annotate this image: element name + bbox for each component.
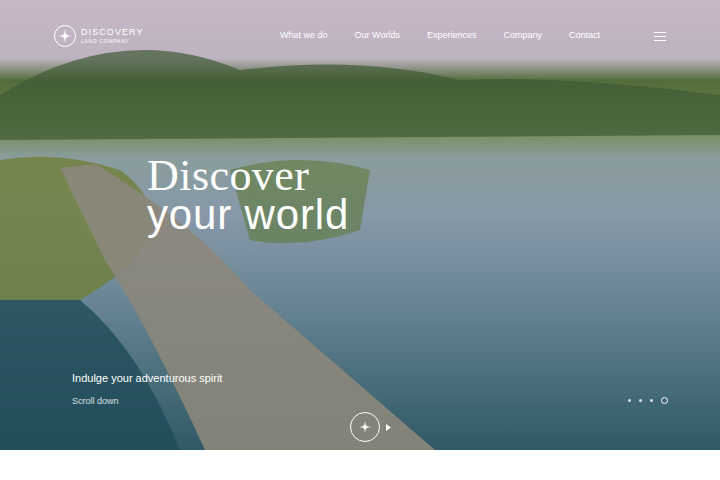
- nav-link[interactable]: What we do: [280, 29, 328, 43]
- nav-link[interactable]: Company: [503, 29, 542, 43]
- explore-button[interactable]: [350, 412, 380, 442]
- nav-link[interactable]: Our Worlds: [355, 29, 400, 43]
- compass-star-icon: [358, 420, 372, 434]
- site-header: DISCOVERY LAND COMPANY What we do Our World…: [0, 0, 720, 47]
- hero: DISCOVERY LAND COMPANY What we do Our World…: [0, 0, 720, 450]
- headline: Discoveryour world: [0, 47, 720, 236]
- logo-subtitle: LAND COMPANY: [81, 39, 144, 44]
- slide-dots: [448, 397, 668, 442]
- page: DISCOVERY LAND COMPANY What we do Our World…: [0, 0, 720, 480]
- headline-line2: your world: [147, 194, 720, 236]
- slide-dot[interactable]: [661, 397, 668, 404]
- logo[interactable]: DISCOVERY LAND COMPANY: [54, 25, 144, 47]
- hero-footer: Indulge your adventurous spirit Scroll do…: [0, 370, 720, 450]
- logo-name: DISCOVERY: [81, 28, 144, 37]
- slide-dot[interactable]: [650, 399, 653, 402]
- headline-line1: Discover: [147, 154, 720, 198]
- tagline: Indulge your adventurous spirit: [72, 370, 292, 387]
- nav-link[interactable]: Contact: [569, 29, 600, 43]
- arrow-right-icon: [386, 424, 391, 431]
- logo-circle: [54, 25, 76, 47]
- compass-star-icon: [57, 28, 73, 44]
- menu-icon[interactable]: [654, 32, 666, 41]
- slide-dot[interactable]: [628, 399, 631, 402]
- nav-link[interactable]: Experiences: [427, 29, 477, 43]
- main-nav: What we do Our Worlds Experiences Company Co…: [280, 29, 600, 43]
- scroll-down-link[interactable]: Scroll down: [72, 395, 292, 409]
- slide-dot[interactable]: [639, 399, 642, 402]
